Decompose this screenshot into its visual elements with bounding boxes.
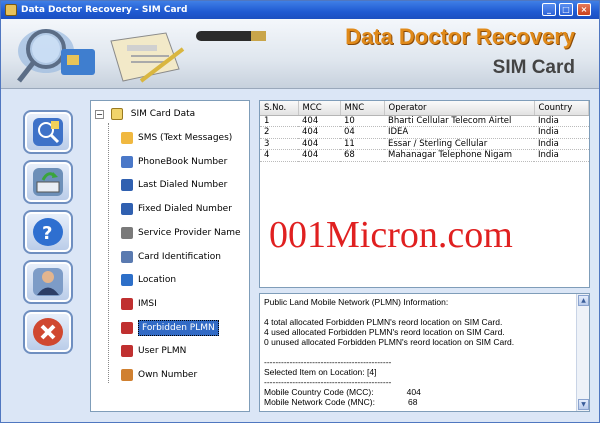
tree-item[interactable]: Fixed Dialed Number — [121, 200, 232, 218]
tree-item-label: Last Dialed Number — [138, 180, 228, 191]
column-header[interactable]: MCC — [298, 101, 341, 116]
info-scrollbar[interactable]: ▲ ▼ — [576, 294, 589, 411]
table-cell: 2 — [260, 126, 298, 139]
tree-item-label: Location — [138, 275, 177, 286]
tree-item-label: Service Provider Name — [138, 227, 241, 238]
tree-item[interactable]: Location — [121, 271, 176, 289]
scroll-up-icon[interactable]: ▲ — [578, 295, 589, 306]
location-icon — [121, 274, 133, 287]
exit-button[interactable] — [23, 310, 73, 354]
about-button[interactable] — [23, 260, 73, 304]
collapse-icon[interactable]: − — [95, 109, 104, 119]
help-button[interactable]: ? — [23, 210, 73, 254]
plmn-table[interactable]: S.No. MCC MNC Operator Country 1 404 10 Bharti … — [259, 100, 590, 288]
sms-icon — [121, 132, 133, 144]
scroll-down-icon[interactable]: ▼ — [578, 399, 589, 410]
table-cell: 11 — [340, 138, 384, 150]
table-cell: 3 — [260, 138, 298, 150]
product-title: SIM Card — [492, 57, 575, 78]
table-row[interactable]: 2 404 04 IDEA India — [260, 126, 589, 139]
column-header[interactable]: S.No. — [260, 101, 299, 116]
table-cell: 404 — [298, 149, 340, 162]
tree-item[interactable]: User PLMN — [121, 342, 186, 360]
tree-item-label: User PLMN — [138, 346, 187, 357]
tree-item-label: SMS (Text Messages) — [138, 133, 233, 143]
sim-card-icon — [110, 108, 123, 120]
table-cell: 1 — [260, 115, 298, 127]
user-plmn-icon — [121, 345, 133, 358]
forbidden-plmn-icon — [121, 321, 133, 334]
table-row[interactable]: 3 404 11 Essar / Sterling Cellular India — [260, 138, 589, 150]
brand-title: Data Doctor Recovery — [345, 24, 575, 49]
app-icon — [5, 4, 17, 16]
table-row[interactable]: 4 404 68 Mahanagar Telephone Nigam India — [260, 149, 589, 162]
user-icon — [33, 268, 63, 296]
table-cell: Mahanagar Telephone Nigam — [384, 149, 534, 162]
tree-item-label: Own Number — [138, 370, 198, 380]
own-number-icon — [121, 369, 133, 381]
search-sim-button[interactable] — [23, 110, 73, 154]
service-provider-icon — [121, 226, 133, 239]
card-id-icon — [121, 250, 133, 263]
banner-illustration-icon — [17, 29, 266, 83]
search-sim-icon — [33, 118, 63, 146]
table-cell: 404 — [298, 138, 340, 150]
tree-connector — [108, 123, 109, 383]
table-cell: Bharti Cellular Telecom Airtel — [384, 115, 534, 127]
plmn-info-text: Public Land Mobile Network (PLMN) Inform… — [264, 297, 515, 407]
sim-data-tree[interactable]: − SIM Card Data SMS (Text Messages) Phone… — [90, 100, 250, 412]
title-bar: Data Doctor Recovery - SIM Card _ □ × — [1, 1, 599, 19]
column-header[interactable]: Country — [534, 101, 589, 116]
tree-item-label: Forbidden PLMN — [138, 319, 219, 336]
exit-icon — [33, 318, 63, 346]
column-header[interactable]: Operator — [384, 101, 535, 116]
minimize-button[interactable]: _ — [542, 3, 556, 16]
table-cell: 404 — [298, 115, 340, 127]
tree-item[interactable]: IMSI — [121, 295, 157, 313]
save-button[interactable] — [23, 160, 73, 204]
table-cell: IDEA — [384, 126, 534, 139]
tree-item[interactable]: PhoneBook Number — [121, 153, 227, 171]
fixed-dialed-icon — [121, 203, 133, 216]
last-dialed-icon — [121, 179, 133, 192]
tree-item-label: IMSI — [138, 298, 157, 309]
header-banner: Data Doctor Recovery SIM Card — [1, 19, 599, 89]
tree-item-label: PhoneBook Number — [138, 156, 228, 167]
table-cell: 4 — [260, 149, 298, 162]
tree-item[interactable]: Service Provider Name — [121, 224, 241, 242]
maximize-button[interactable]: □ — [559, 3, 573, 16]
table-cell: 68 — [340, 149, 384, 162]
tree-item-label: Card Identification — [138, 251, 221, 262]
table-cell: India — [534, 149, 589, 162]
table-cell: 404 — [298, 126, 340, 139]
imsi-icon — [121, 297, 133, 310]
window-title: Data Doctor Recovery - SIM Card — [21, 5, 188, 15]
table-cell: 04 — [340, 126, 384, 139]
tree-root[interactable]: − SIM Card Data — [95, 105, 195, 123]
tree-item[interactable]: Forbidden PLMN — [121, 319, 219, 337]
tree-item-label: Fixed Dialed Number — [138, 204, 232, 215]
app-window: Data Doctor Recovery - SIM Card _ □ × Da… — [0, 0, 600, 423]
close-button[interactable]: × — [577, 3, 591, 16]
tree-item[interactable]: Last Dialed Number — [121, 176, 227, 194]
table-cell: 10 — [340, 115, 384, 127]
table-cell: Essar / Sterling Cellular — [384, 138, 534, 150]
svg-text:?: ? — [42, 223, 52, 244]
save-icon — [33, 168, 63, 196]
help-icon: ? — [33, 218, 63, 246]
plmn-info-panel[interactable]: Public Land Mobile Network (PLMN) Inform… — [259, 293, 590, 412]
tree-item[interactable]: Own Number — [121, 366, 197, 384]
table-cell: India — [534, 126, 589, 139]
table-cell: India — [534, 115, 589, 127]
table-row[interactable]: 1 404 10 Bharti Cellular Telecom Airtel Indi… — [260, 115, 589, 127]
table-cell: India — [534, 138, 589, 150]
column-header[interactable]: MNC — [340, 101, 385, 116]
watermark-text: 001Micron.com — [269, 214, 513, 256]
tree-item[interactable]: SMS (Text Messages) — [121, 129, 232, 147]
tree-item[interactable]: Card Identification — [121, 248, 221, 266]
phonebook-icon — [121, 155, 133, 168]
